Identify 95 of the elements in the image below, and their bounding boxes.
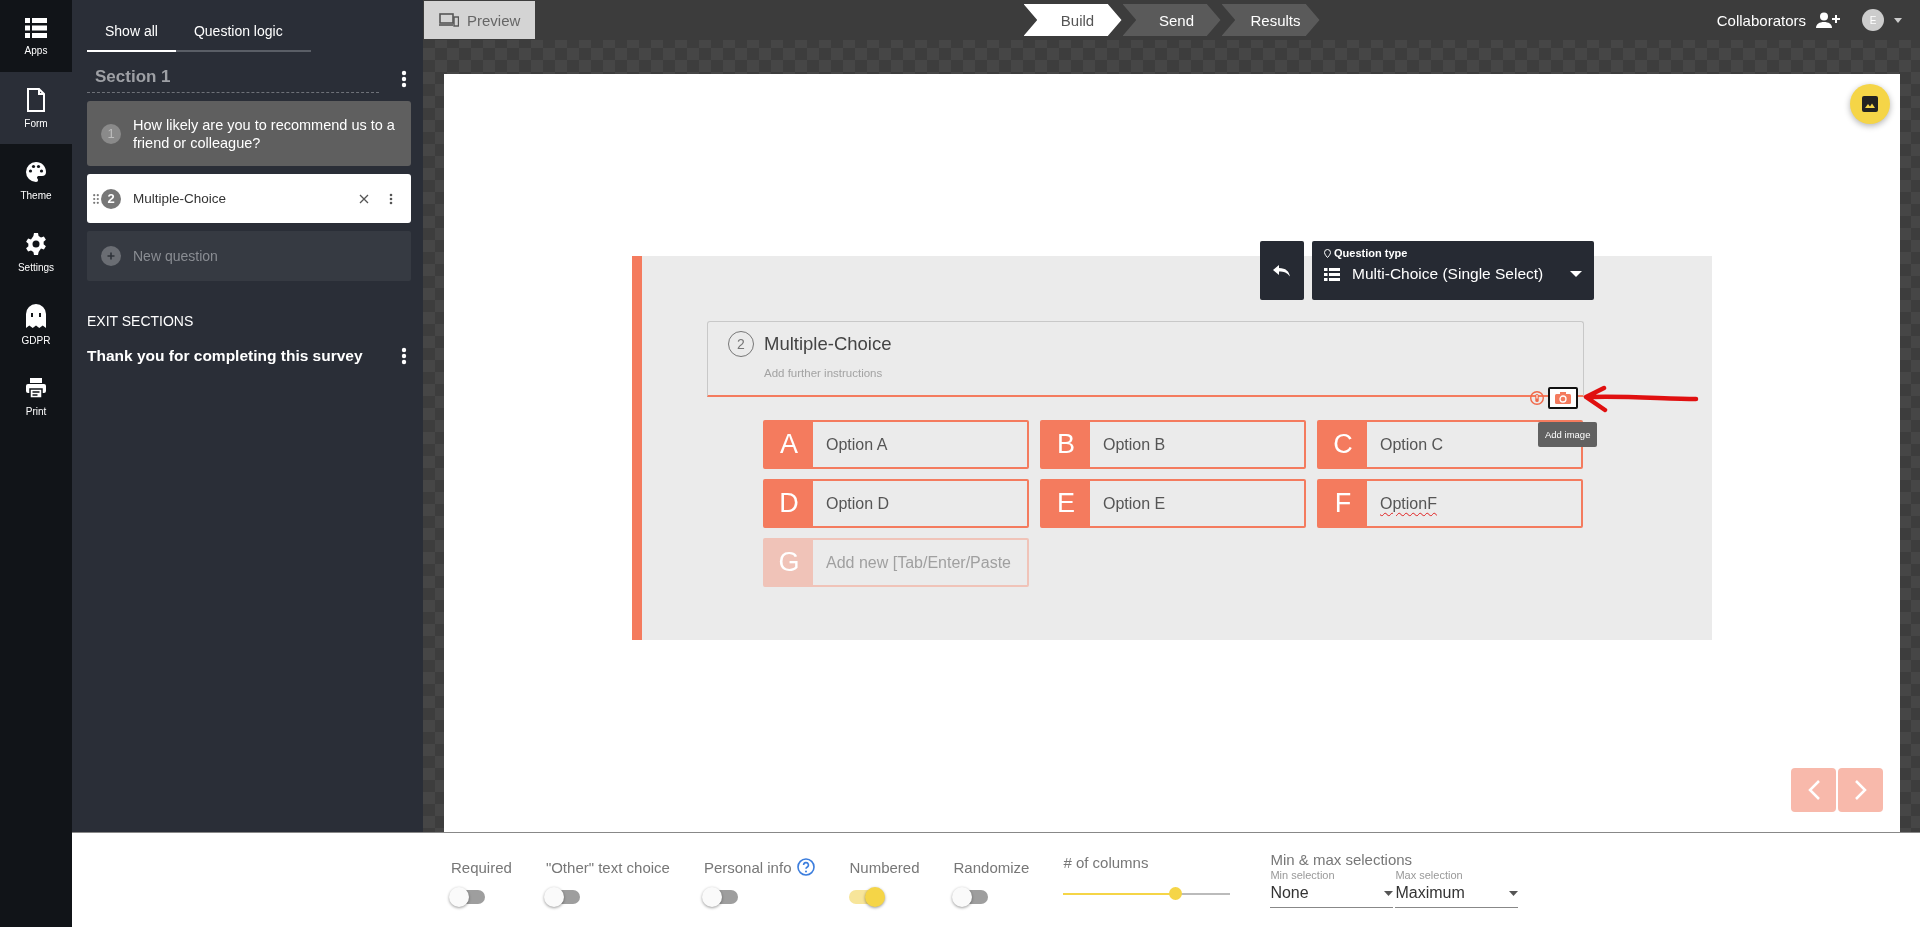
warning-icon[interactable] bbox=[1530, 391, 1544, 405]
drag-handle-icon[interactable] bbox=[93, 193, 99, 204]
toggle-switch[interactable] bbox=[703, 890, 738, 904]
list-icon bbox=[1324, 267, 1340, 281]
printer-icon bbox=[24, 375, 48, 400]
sidebar-tab[interactable]: Show all bbox=[87, 14, 176, 52]
setting-label: Randomize bbox=[953, 858, 1030, 876]
background-image-button[interactable] bbox=[1850, 84, 1890, 124]
chevron-left-icon bbox=[1807, 780, 1820, 800]
setting-label: # of columns bbox=[1063, 854, 1150, 871]
option-text: Option E bbox=[1102, 493, 1166, 514]
nav-item[interactable]: Theme bbox=[0, 144, 72, 216]
option-text: Option B bbox=[1102, 434, 1166, 455]
sidebar-tab[interactable]: Question logic bbox=[175, 14, 301, 52]
caret-icon bbox=[1570, 271, 1582, 277]
slider-thumb[interactable] bbox=[1169, 887, 1183, 900]
instructions-placeholder: Add further instructions bbox=[764, 367, 884, 379]
section-title: Section 1 bbox=[87, 64, 379, 93]
option-letter: C bbox=[1319, 422, 1367, 467]
question-text: How likely are you to recommend us to a friend or colleague? bbox=[133, 115, 396, 152]
option-field[interactable]: D Option D bbox=[763, 479, 1029, 528]
exit-sections-heading: EXIT SECTIONS bbox=[87, 313, 195, 329]
undo-icon bbox=[1273, 264, 1291, 277]
option-text: Option D bbox=[825, 493, 890, 514]
question-text: Multiple-Choice bbox=[133, 189, 228, 208]
question-type-value: Multi-Choice (Single Select) bbox=[1352, 265, 1545, 283]
close-icon[interactable] bbox=[359, 193, 369, 204]
step-tab[interactable]: Send bbox=[1122, 4, 1221, 36]
setting-label: "Other" text choice bbox=[545, 858, 670, 876]
option-letter: B bbox=[1042, 422, 1090, 467]
option-letter: D bbox=[765, 481, 813, 526]
setting-label: Required bbox=[451, 858, 512, 876]
caret-icon bbox=[1509, 890, 1519, 896]
collaborators-button[interactable]: Collaborators bbox=[1716, 11, 1806, 29]
question-type-dropdown[interactable]: Question type Multi-Choice (Single Select) bbox=[1312, 241, 1594, 300]
add-icon bbox=[101, 246, 121, 266]
ghost-icon bbox=[25, 302, 47, 329]
nav-item[interactable]: Print bbox=[0, 360, 72, 432]
undo-button[interactable] bbox=[1260, 241, 1304, 300]
field-label: Min selection bbox=[1270, 869, 1336, 881]
option-text: Option A bbox=[825, 434, 888, 455]
question-number: 2 bbox=[101, 188, 121, 209]
nav-item[interactable]: GDPR bbox=[0, 288, 72, 360]
palette-icon bbox=[24, 159, 48, 184]
more-icon[interactable] bbox=[401, 69, 407, 88]
option-placeholder: Add new [Tab/Enter/Paste bbox=[825, 552, 1011, 573]
question-title-field[interactable]: 2 Multiple-Choice Add further instructions bbox=[707, 321, 1584, 397]
option-letter: A bbox=[765, 422, 813, 467]
preview-button[interactable]: Preview bbox=[424, 1, 536, 39]
exit-section-title[interactable]: Thank you for completing this survey bbox=[87, 347, 363, 365]
step-tab[interactable]: Build bbox=[1023, 4, 1122, 36]
option-letter: F bbox=[1319, 481, 1367, 526]
step-tab[interactable]: Results bbox=[1221, 4, 1320, 36]
devices-icon bbox=[439, 13, 459, 27]
option-text: Option C bbox=[1379, 434, 1444, 455]
option-field[interactable]: B Option B bbox=[1040, 420, 1306, 469]
more-icon[interactable] bbox=[389, 192, 393, 205]
field-label: Max selection bbox=[1395, 869, 1464, 881]
new-question-label: New question bbox=[133, 248, 218, 264]
toggle-switch[interactable] bbox=[451, 890, 485, 904]
toggle-switch[interactable] bbox=[545, 890, 580, 904]
chevron-right-icon bbox=[1854, 780, 1867, 800]
option-letter: E bbox=[1042, 481, 1090, 526]
question-title: Multiple-Choice bbox=[764, 333, 892, 355]
caret-icon[interactable] bbox=[1894, 17, 1902, 23]
max-selection-dropdown[interactable]: Maximum bbox=[1395, 881, 1519, 908]
question-item[interactable]: 2 Multiple-Choice bbox=[87, 174, 411, 223]
setting-label: Personal info bbox=[703, 858, 792, 876]
option-text: OptionF bbox=[1379, 493, 1437, 514]
more-icon[interactable] bbox=[401, 347, 407, 365]
option-field[interactable]: E Option E bbox=[1040, 479, 1306, 528]
min-selection-dropdown[interactable]: None bbox=[1270, 881, 1394, 908]
option-letter: G bbox=[765, 540, 813, 585]
camera-icon bbox=[1555, 392, 1571, 404]
pin-icon bbox=[1324, 248, 1331, 258]
settings-icon bbox=[24, 231, 48, 256]
nav-item[interactable]: Form bbox=[0, 72, 72, 144]
document-icon bbox=[25, 87, 47, 112]
toggle-switch[interactable] bbox=[953, 890, 988, 904]
apps-icon bbox=[25, 16, 47, 39]
question-type-label: Question type bbox=[1334, 247, 1408, 259]
add-person-icon[interactable] bbox=[1816, 12, 1840, 28]
image-icon bbox=[1862, 96, 1878, 112]
nav-item[interactable]: Settings bbox=[0, 216, 72, 288]
setting-label: Numbered bbox=[849, 858, 920, 876]
new-question-button[interactable]: New question bbox=[87, 231, 411, 281]
tooltip: Add image bbox=[1538, 422, 1598, 447]
add-image-button[interactable] bbox=[1548, 387, 1578, 409]
toggle-switch[interactable] bbox=[849, 890, 884, 904]
nav-item[interactable]: Apps bbox=[0, 0, 72, 72]
option-field[interactable]: F OptionF bbox=[1317, 479, 1583, 528]
help-icon[interactable] bbox=[797, 858, 816, 876]
setting-label: Min & max selections bbox=[1270, 851, 1414, 868]
option-field[interactable]: A Option A bbox=[763, 420, 1029, 469]
caret-icon bbox=[1384, 890, 1394, 896]
